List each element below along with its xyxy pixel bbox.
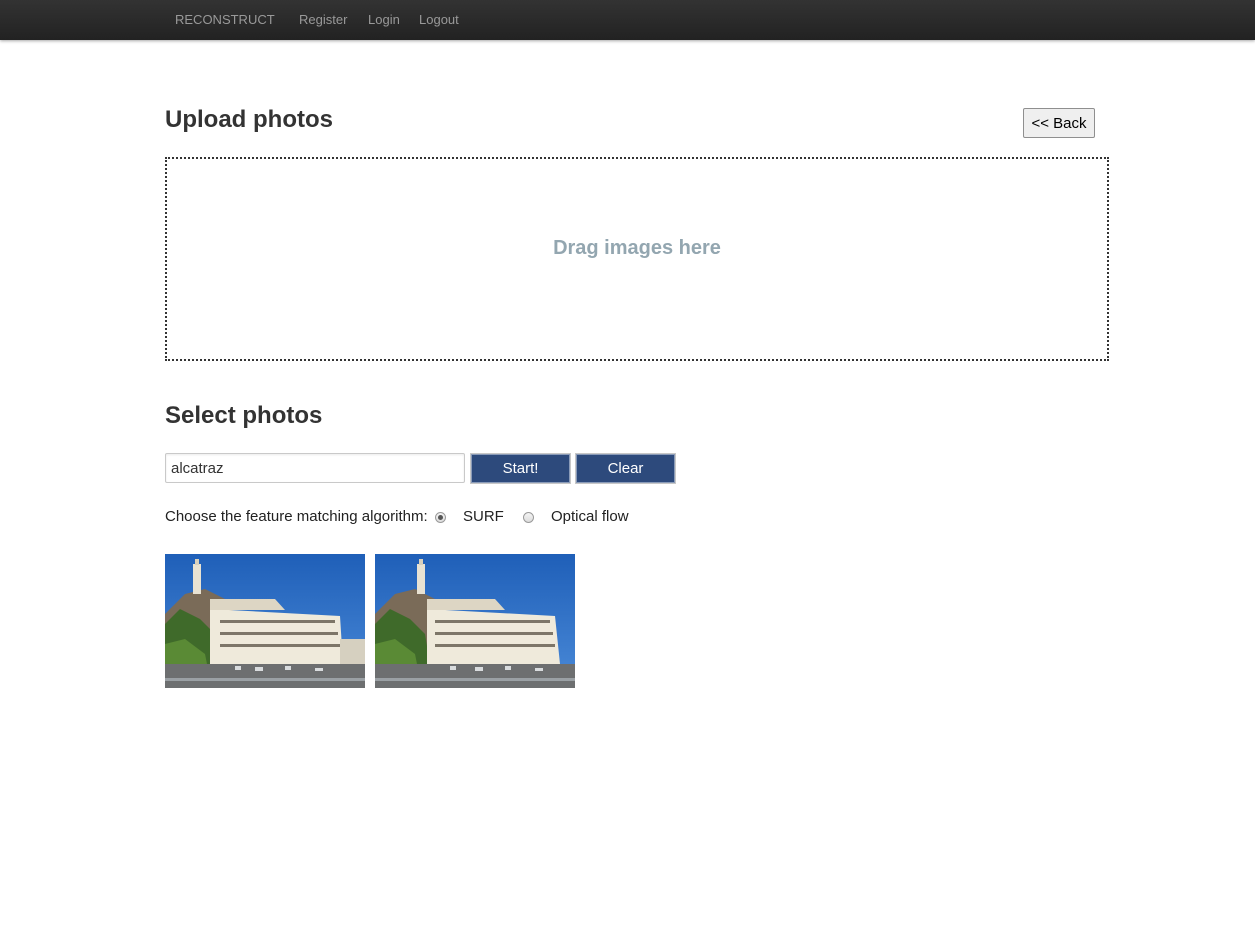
surf-radio[interactable] [435, 512, 446, 523]
optical-flow-radio-label[interactable]: Optical flow [551, 507, 629, 527]
nav-logout-link[interactable]: Logout [419, 0, 459, 40]
dropzone-hint: Drag images here [553, 237, 721, 259]
image-dropzone[interactable]: Drag images here [165, 157, 1109, 361]
optical-flow-radio[interactable] [523, 512, 534, 523]
photo-search-input[interactable] [165, 453, 465, 483]
select-photos-heading: Select photos [165, 402, 323, 429]
clear-button[interactable]: Clear [575, 453, 676, 484]
back-button[interactable]: << Back [1023, 108, 1095, 138]
brand-link[interactable]: RECONSTRUCT [175, 0, 275, 40]
alcatraz-photo-image [165, 554, 365, 688]
start-button[interactable]: Start! [470, 453, 571, 484]
photo-thumbnail[interactable] [165, 554, 365, 688]
upload-photos-heading: Upload photos [165, 106, 333, 133]
surf-radio-label[interactable]: SURF [463, 507, 504, 527]
nav-register-link[interactable]: Register [299, 0, 347, 40]
nav-login-link[interactable]: Login [368, 0, 400, 40]
algorithm-label: Choose the feature matching algorithm: [165, 508, 428, 525]
alcatraz-photo-image [375, 554, 575, 688]
top-navbar: RECONSTRUCT Register Login Logout [0, 0, 1255, 40]
photo-thumbnail[interactable] [375, 554, 575, 688]
